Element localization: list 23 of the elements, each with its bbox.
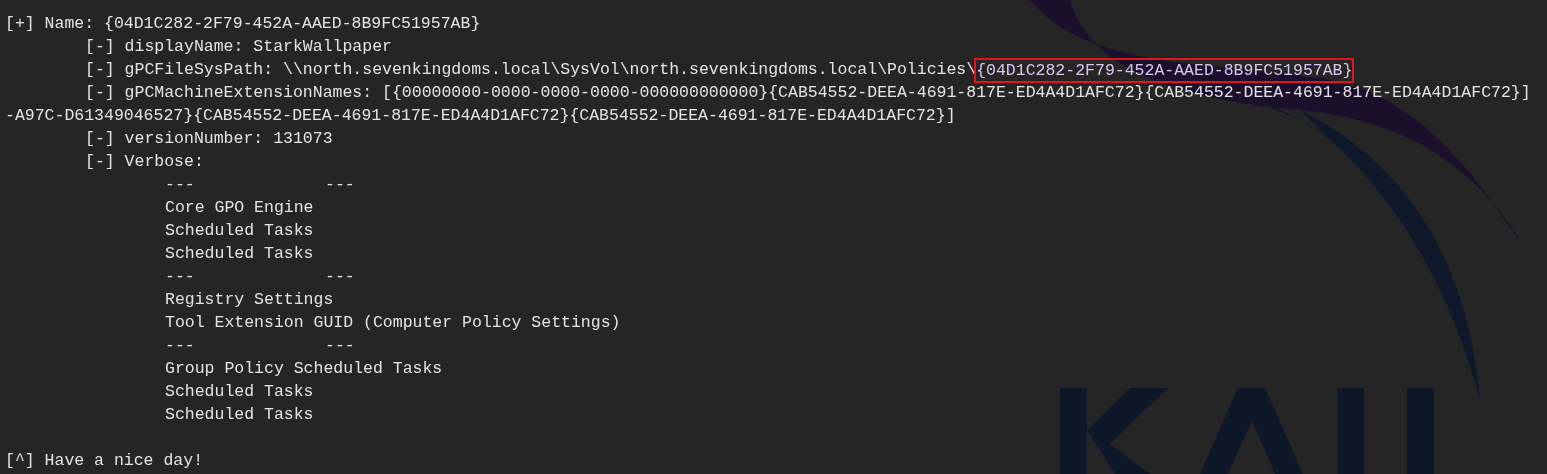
- separator-text: ---: [325, 266, 355, 289]
- output-line: Scheduled Tasks: [165, 243, 314, 266]
- output-line: [-] Verbose:: [85, 151, 204, 174]
- status-message: [^] Have a nice day!: [5, 450, 204, 473]
- separator-text: ---: [165, 266, 196, 289]
- output-line: -A97C-D61349046527}{CAB54552-DEEA-4691-817E-ED4A4D1AFC72}{CAB54552-DEEA-4691-817E-ED4A4D1AFC72}]: [5, 105, 956, 128]
- output-line: Registry Settings: [165, 289, 334, 312]
- output-line: Core GPO Engine: [165, 197, 314, 220]
- output-line: Tool Extension GUID (Computer Policy Settings): [165, 312, 621, 335]
- output-line: Scheduled Tasks: [165, 220, 314, 243]
- output-line: Scheduled Tasks: [165, 404, 314, 427]
- output-line: [+] Name: {04D1C282-2F79-452A-AAED-8B9FC51957AB}: [5, 13, 481, 36]
- output-line: [-] versionNumber: 131073: [85, 128, 333, 151]
- separator-text: ---: [165, 335, 196, 358]
- highlighted-text: {04D1C282-2F79-452A-AAED-8B9FC51957AB}: [974, 58, 1355, 83]
- output-line: [-] gPCFileSysPath: \\north.sevenkingdoms.local\SysVol\north.sevenkingdoms.local\Policies\: [85, 59, 977, 82]
- separator-text: ---: [325, 174, 355, 197]
- output-line: Group Policy Scheduled Tasks: [165, 358, 443, 381]
- output-line: [-] gPCMachineExtensionNames: [{00000000-0000-0000-0000-000000000000}{CAB54552-DEEA-4691-817E-ED4A4D1AFC72}{CAB54552-DEEA-4691-817E-ED4A4D1AFC72}]: [85, 82, 1531, 105]
- separator-text: ---: [165, 174, 196, 197]
- output-line: Scheduled Tasks: [165, 381, 314, 404]
- output-line: [-] displayName: StarkWallpaper: [85, 36, 392, 59]
- separator-text: ---: [325, 335, 355, 358]
